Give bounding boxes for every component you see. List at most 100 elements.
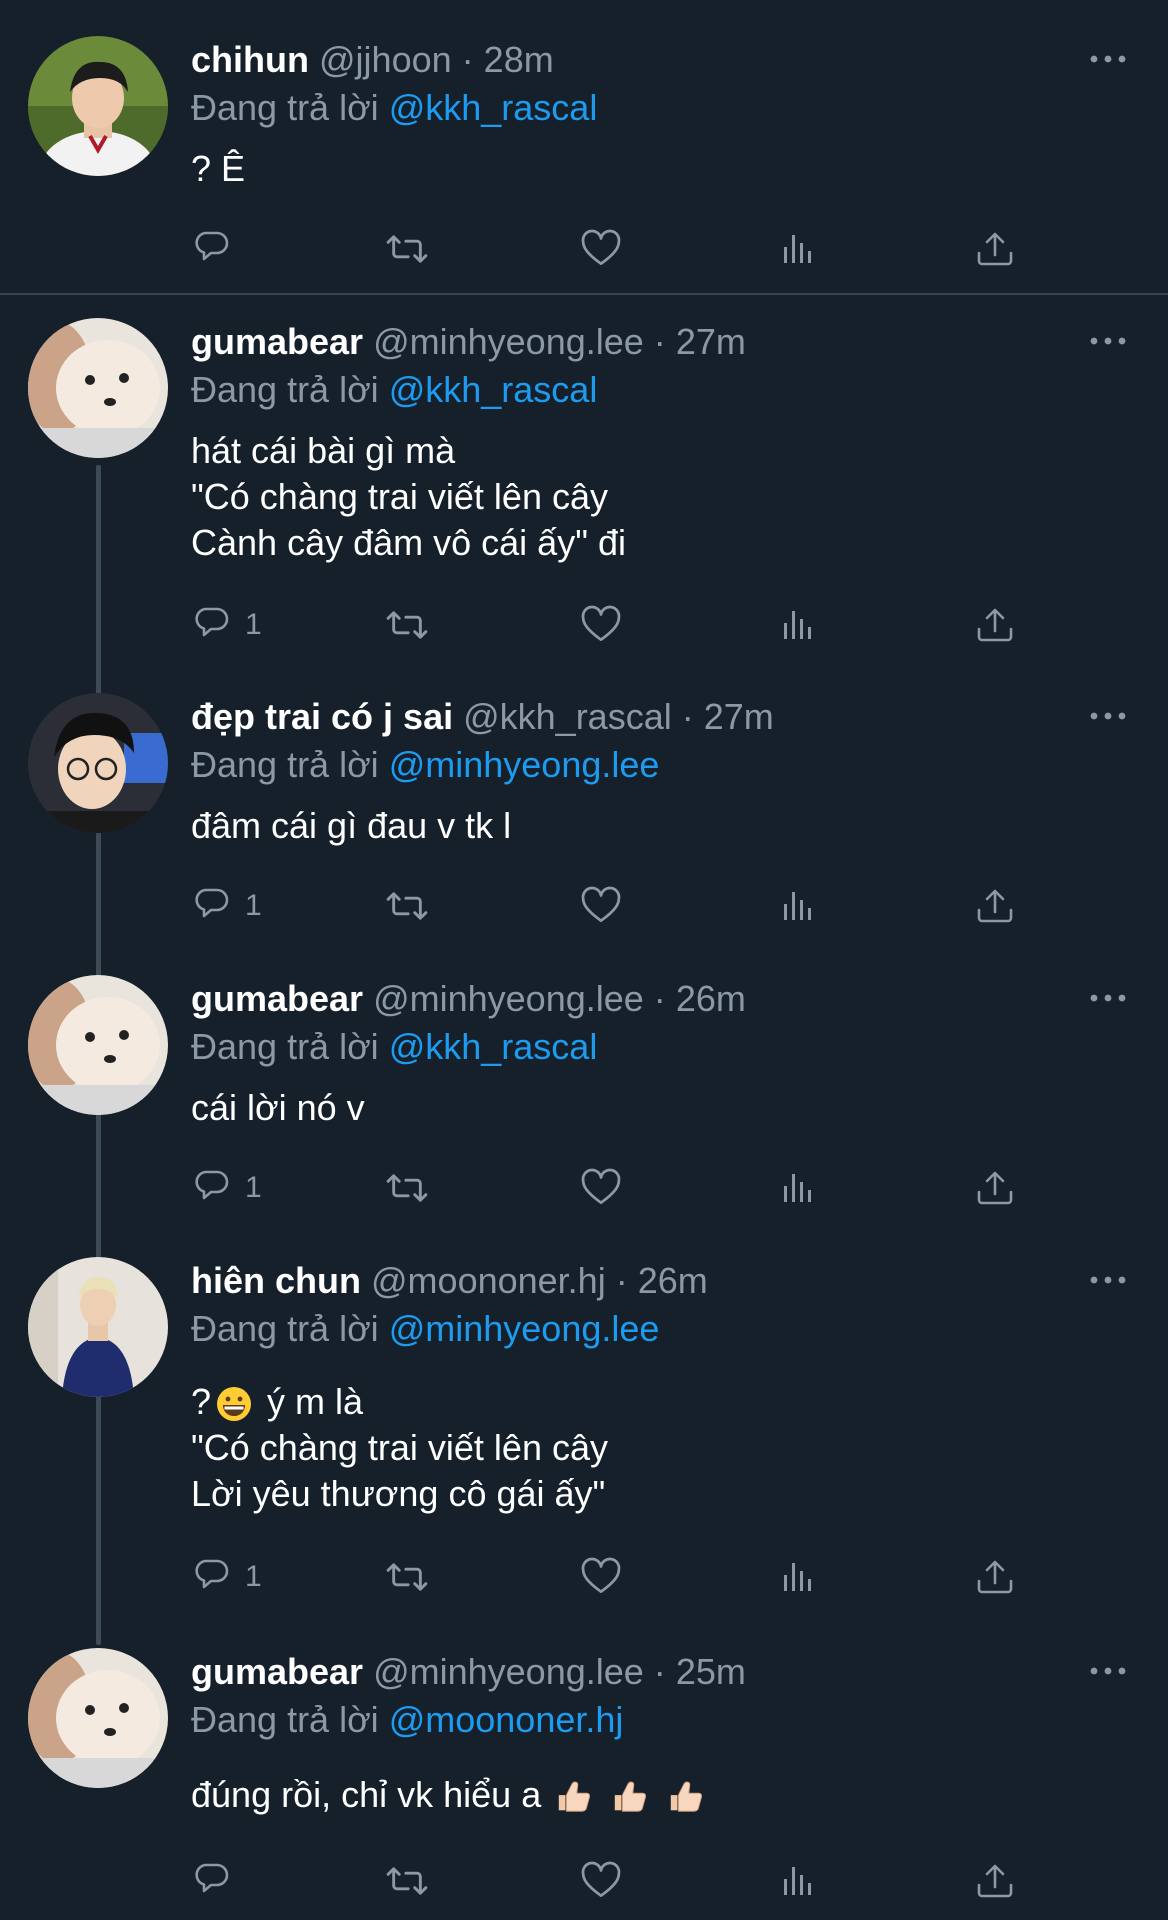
views-button[interactable] xyxy=(780,881,816,931)
thumbs-up-emoji-icon xyxy=(558,1781,591,1813)
author-name[interactable]: gumabear xyxy=(191,321,363,362)
like-button[interactable] xyxy=(580,1552,622,1602)
author-handle[interactable]: @kkh_rascal xyxy=(463,696,672,737)
author-handle[interactable]: @jjhoon xyxy=(319,39,452,80)
replying-to-handle[interactable]: @moononer.hj xyxy=(389,1699,624,1740)
like-button[interactable] xyxy=(580,1163,622,1213)
views-button[interactable] xyxy=(780,1552,816,1602)
tweet-text-line: hát cái bài gì mà xyxy=(191,430,456,471)
replying-to-handle[interactable]: @kkh_rascal xyxy=(389,1026,598,1067)
like-button[interactable] xyxy=(580,224,622,274)
author-name[interactable]: hiên chun xyxy=(191,1260,361,1301)
thumbs-up-emoji-icon xyxy=(670,1781,703,1813)
replying-to-handle[interactable]: @minhyeong.lee xyxy=(389,1308,660,1349)
more-dots-icon[interactable] xyxy=(1088,1265,1128,1295)
share-icon xyxy=(977,608,1013,642)
tweet[interactable]: chihun @jjhoon · 28m Đang trả lời @kkh_r… xyxy=(0,36,1168,276)
avatar[interactable] xyxy=(28,1648,168,1788)
replying-to-label: Đang trả lời xyxy=(191,1699,379,1740)
views-button[interactable] xyxy=(780,600,816,650)
more-dots-icon[interactable] xyxy=(1088,326,1128,356)
replying-to: Đang trả lời @kkh_rascal xyxy=(191,1025,597,1069)
tweet[interactable]: đẹp trai có j sai @kkh_rascal · 27m Đang… xyxy=(0,693,1168,933)
reply-button[interactable]: 1 xyxy=(193,1552,262,1602)
heart-icon xyxy=(581,605,621,642)
replying-to-handle[interactable]: @kkh_rascal xyxy=(389,87,598,128)
timestamp[interactable]: 27m xyxy=(704,696,774,737)
avatar[interactable] xyxy=(28,318,168,458)
author-name[interactable]: chihun xyxy=(191,39,309,80)
more-dots-icon[interactable] xyxy=(1088,1656,1128,1686)
bar-chart-icon xyxy=(784,1174,811,1202)
reply-button[interactable] xyxy=(193,224,233,274)
tweet-text: đúng rồi, chỉ vk hiểu a xyxy=(191,1772,709,1818)
tweet-text-line: Cành cây đâm vô cái ấy" đi xyxy=(191,522,626,563)
divider xyxy=(0,293,1168,295)
separator-dot: · xyxy=(653,1651,666,1692)
reply-count: 1 xyxy=(245,889,262,922)
bar-chart-icon xyxy=(784,892,811,920)
speech-bubble-icon xyxy=(195,1559,229,1589)
tweet-text: ? Ê xyxy=(191,146,245,192)
reply-button[interactable]: 1 xyxy=(193,1163,262,1213)
retweet-button[interactable] xyxy=(384,1856,430,1906)
author-name[interactable]: đẹp trai có j sai xyxy=(191,696,453,737)
author-handle[interactable]: @minhyeong.lee xyxy=(373,978,644,1019)
tweet[interactable]: gumabear @minhyeong.lee · 26m Đang trả l… xyxy=(0,975,1168,1215)
tweet-text-line: "Có chàng trai viết lên cây xyxy=(191,476,608,517)
like-button[interactable] xyxy=(580,600,622,650)
retweet-icon xyxy=(386,611,428,639)
separator-dot: · xyxy=(653,321,666,362)
views-button[interactable] xyxy=(780,1856,816,1906)
tweet[interactable]: gumabear @minhyeong.lee · 27m Đang trả l… xyxy=(0,318,1168,658)
share-icon xyxy=(977,1171,1013,1205)
views-button[interactable] xyxy=(780,224,816,274)
avatar[interactable] xyxy=(28,36,168,176)
timestamp[interactable]: 28m xyxy=(484,39,554,80)
author-handle[interactable]: @moononer.hj xyxy=(371,1260,606,1301)
share-button[interactable] xyxy=(975,224,1015,274)
reply-count: 1 xyxy=(245,608,262,641)
like-button[interactable] xyxy=(580,881,622,931)
retweet-button[interactable] xyxy=(384,1163,430,1213)
share-button[interactable] xyxy=(975,1163,1015,1213)
more-dots-icon[interactable] xyxy=(1088,983,1128,1013)
more-dots-icon[interactable] xyxy=(1088,44,1128,74)
share-button[interactable] xyxy=(975,1552,1015,1602)
action-bar: 1 xyxy=(191,600,1013,650)
reply-button[interactable]: 1 xyxy=(193,881,262,931)
tweet-text-fragment: đúng rồi, chỉ vk hiểu a xyxy=(191,1774,542,1815)
tweet[interactable]: hiên chun @moononer.hj · 26m Đang trả lờ… xyxy=(0,1257,1168,1607)
share-button[interactable] xyxy=(975,600,1015,650)
author-name[interactable]: gumabear xyxy=(191,978,363,1019)
views-button[interactable] xyxy=(780,1163,816,1213)
speech-bubble-icon xyxy=(195,1170,229,1200)
reply-button[interactable]: 1 xyxy=(193,600,262,650)
timestamp[interactable]: 27m xyxy=(676,321,746,362)
retweet-button[interactable] xyxy=(384,1552,430,1602)
replying-to-handle[interactable]: @kkh_rascal xyxy=(389,369,598,410)
author-name[interactable]: gumabear xyxy=(191,1651,363,1692)
avatar[interactable] xyxy=(28,975,168,1115)
timestamp[interactable]: 25m xyxy=(676,1651,746,1692)
retweet-button[interactable] xyxy=(384,600,430,650)
timestamp[interactable]: 26m xyxy=(638,1260,708,1301)
avatar[interactable] xyxy=(28,693,168,833)
share-button[interactable] xyxy=(975,881,1015,931)
author-handle[interactable]: @minhyeong.lee xyxy=(373,321,644,362)
share-button[interactable] xyxy=(975,1856,1015,1906)
reply-button[interactable] xyxy=(193,1856,233,1906)
retweet-button[interactable] xyxy=(384,224,430,274)
replying-to-handle[interactable]: @minhyeong.lee xyxy=(389,744,660,785)
timestamp[interactable]: 26m xyxy=(676,978,746,1019)
tweet[interactable]: gumabear @minhyeong.lee · 25m Đang trả l… xyxy=(0,1648,1168,1920)
avatar[interactable] xyxy=(28,1257,168,1397)
retweet-button[interactable] xyxy=(384,881,430,931)
grinning-face-emoji-icon xyxy=(217,1387,252,1422)
author-handle[interactable]: @minhyeong.lee xyxy=(373,1651,644,1692)
heart-icon xyxy=(581,1557,621,1594)
share-icon xyxy=(977,889,1013,923)
like-button[interactable] xyxy=(580,1856,622,1906)
more-dots-icon[interactable] xyxy=(1088,701,1128,731)
action-bar: 1 xyxy=(191,1163,1013,1213)
